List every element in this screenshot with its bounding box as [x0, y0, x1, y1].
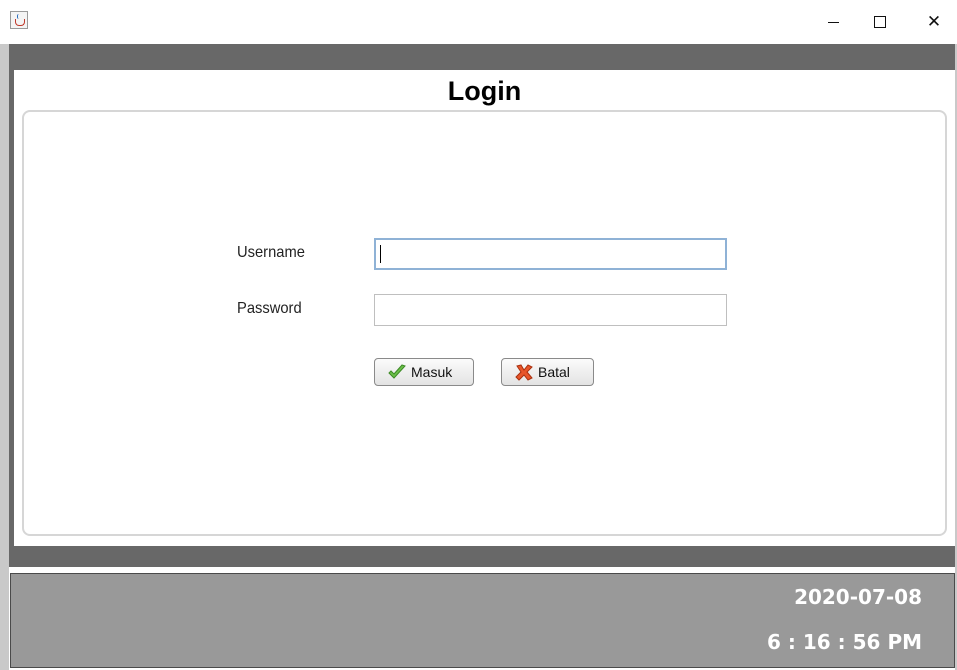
java-cup-shape [15, 19, 25, 26]
header-band [9, 44, 955, 70]
minimize-button[interactable] [810, 0, 856, 44]
status-footer: 2020-07-08 6 : 16 : 56 PM [10, 573, 955, 668]
current-date: 2020-07-08 [794, 585, 922, 609]
current-time: 6 : 16 : 56 PM [767, 630, 922, 654]
minimize-icon [827, 21, 839, 23]
password-label: Password [237, 300, 302, 317]
x-mark-icon [515, 364, 533, 381]
batal-button[interactable]: Batal [501, 358, 594, 386]
bottom-band [9, 546, 955, 567]
masuk-button-label: Masuk [411, 364, 453, 380]
maximize-button[interactable] [857, 0, 903, 44]
title-bar: ✕ [0, 0, 957, 44]
password-input[interactable] [374, 294, 727, 326]
close-button[interactable]: ✕ [911, 0, 957, 44]
login-window: ✕ Login Username Password Masuk Batal 20… [0, 0, 957, 670]
username-label: Username [237, 244, 305, 261]
frame-left-border [0, 44, 9, 670]
checkmark-icon [388, 364, 406, 379]
batal-button-label: Batal [538, 364, 570, 380]
maximize-icon [874, 16, 886, 28]
username-input[interactable] [374, 238, 727, 270]
page-title: Login [447, 76, 522, 106]
text-caret [380, 245, 381, 263]
java-cup-icon[interactable] [10, 11, 28, 29]
masuk-button[interactable]: Masuk [374, 358, 474, 386]
close-icon: ✕ [926, 11, 942, 32]
